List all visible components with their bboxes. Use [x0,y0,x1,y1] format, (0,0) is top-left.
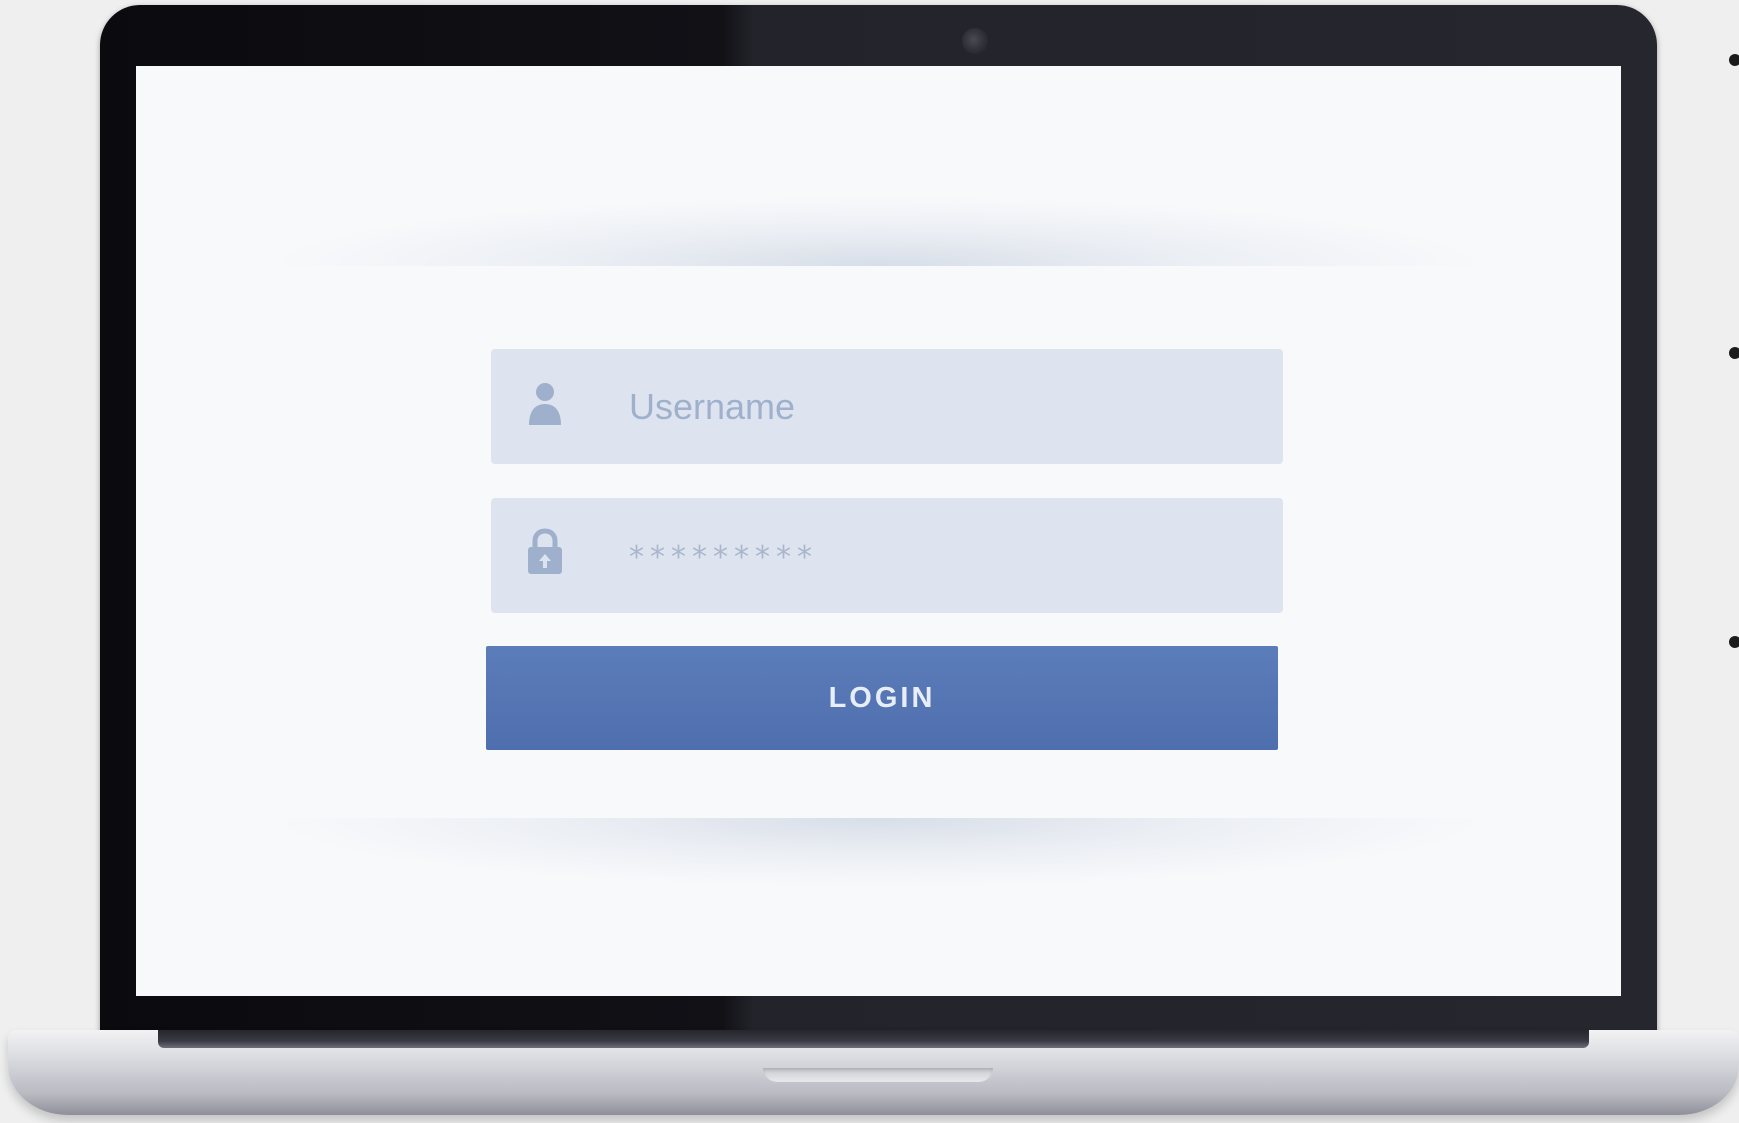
form-bottom-shadow [266,818,1491,888]
laptop-opening-notch [763,1068,993,1082]
username-input[interactable] [629,349,1249,464]
password-field[interactable]: ********* [491,498,1283,613]
password-masked-value[interactable]: ********* [629,498,818,613]
stage: ********* LOGIN [0,0,1739,1123]
username-field[interactable] [491,349,1283,464]
webcam-icon [962,28,988,54]
bullet-marker [1729,347,1739,359]
laptop-hinge [158,1030,1589,1048]
lock-icon [528,528,562,574]
form-top-shadow [266,196,1491,266]
laptop-screen: ********* LOGIN [136,66,1621,996]
laptop-base [8,1030,1739,1115]
login-button[interactable]: LOGIN [486,646,1278,750]
user-icon [529,383,561,425]
bullet-marker [1729,636,1739,648]
bullet-marker [1729,54,1739,66]
laptop-lid: ********* LOGIN [100,5,1657,1040]
